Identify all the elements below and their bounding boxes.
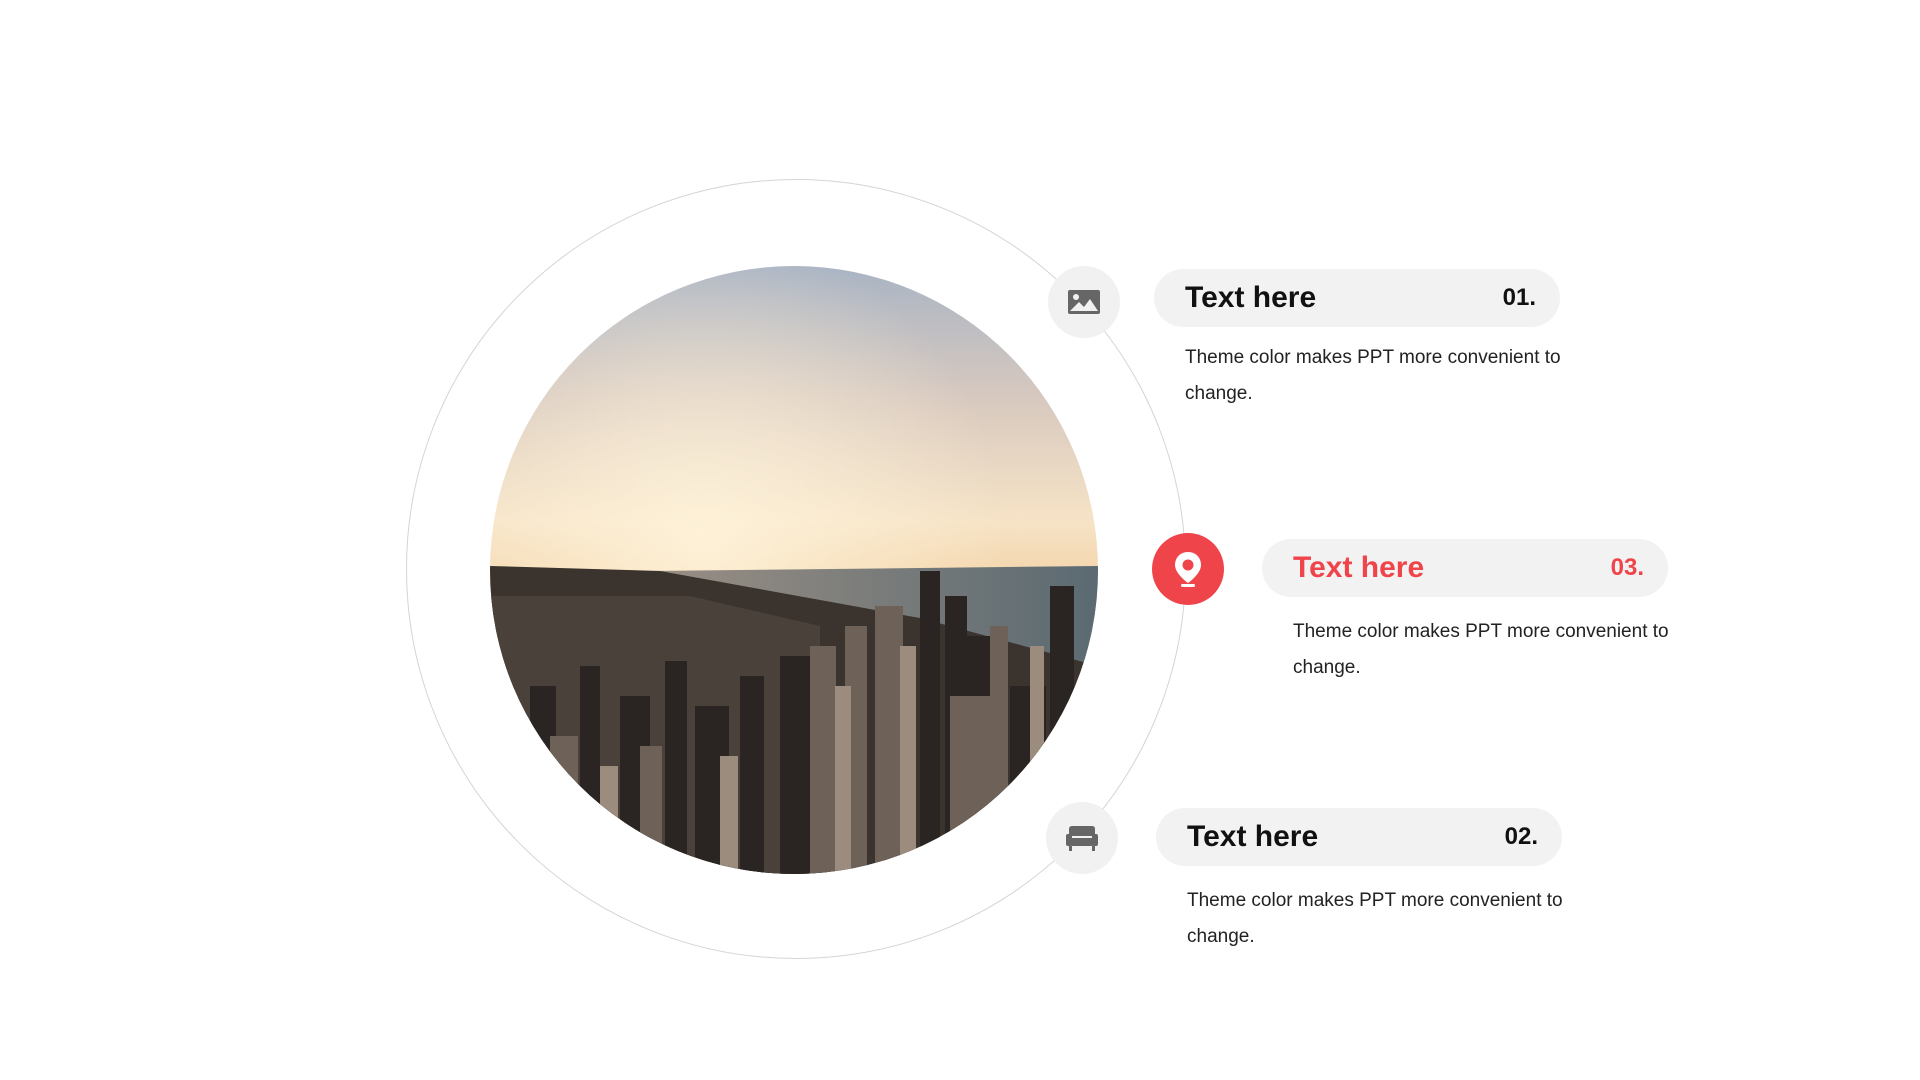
sofa-icon bbox=[1046, 802, 1118, 874]
item-02-description: Theme color makes PPT more convenient to… bbox=[1187, 890, 1563, 947]
city-photo bbox=[490, 266, 1098, 874]
item-01-number: 01. bbox=[1502, 284, 1536, 311]
item-02-pill: Text here 02. bbox=[1156, 808, 1562, 866]
image-icon bbox=[1048, 266, 1120, 338]
item-03-pill: Text here 03. bbox=[1262, 539, 1668, 597]
location-pin-icon bbox=[1152, 533, 1224, 605]
item-03-title: Text here bbox=[1293, 551, 1425, 584]
item-03-description: Theme color makes PPT more convenient to… bbox=[1293, 621, 1669, 678]
item-01-pill: Text here 01. bbox=[1154, 269, 1560, 327]
item-03-number: 03. bbox=[1610, 554, 1644, 581]
item-02-title: Text here bbox=[1187, 820, 1319, 853]
item-01-title: Text here bbox=[1185, 281, 1317, 314]
item-02-number: 02. bbox=[1504, 823, 1538, 850]
item-01-description: Theme color makes PPT more convenient to… bbox=[1185, 347, 1561, 404]
